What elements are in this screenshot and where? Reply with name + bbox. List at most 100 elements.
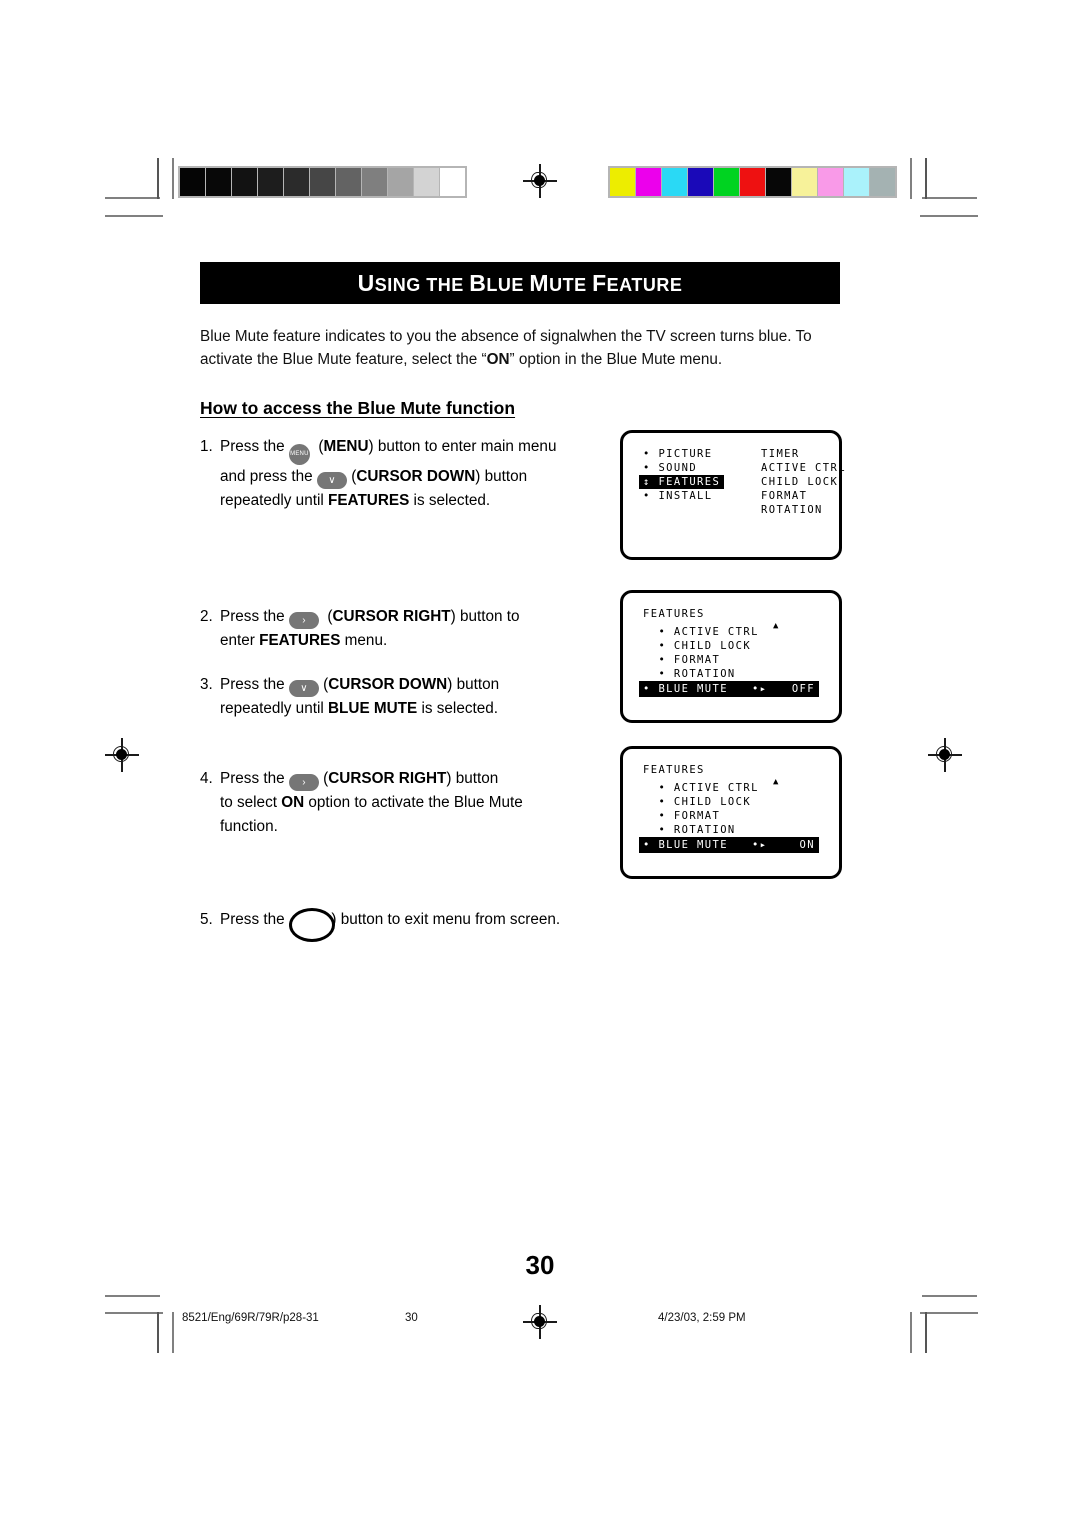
calibration-swatch [818,168,843,196]
step-5-text-pre: Press the [220,910,285,928]
step-4-text-pre: Press the [220,770,285,788]
osd-highlighted-item[interactable]: • BLUE MUTE •▸ OFF [639,681,819,697]
calibration-swatch [284,168,309,196]
registration-target-top-icon [523,164,557,198]
osd-item-value: ON [799,839,815,851]
step-1-text-post: ) button to enter main menu [368,437,557,455]
crop-line [157,158,159,199]
crop-line [922,197,977,199]
page-title-segment: U [357,270,375,296]
osd-menu-row[interactable]: • ACTIVE CTRL ▲ [643,777,819,795]
osd-menu-item-left[interactable]: ↕ FEATURES [639,475,761,489]
osd-menu-row[interactable]: • BLUE MUTE •▸ ON [639,837,819,853]
step-1-line3-post: is selected. [409,491,491,509]
step-1-line3-bold: FEATURES [328,491,410,509]
calibration-swatch [844,168,869,196]
osd-menu-row[interactable]: • ROTATION [643,823,819,837]
calibration-swatch [336,168,361,196]
intro-line-1: Blue Mute feature indicates to you the a… [200,328,812,345]
osd-menu-item-left[interactable]: • INSTALL [643,489,761,503]
footer-timestamp: 4/23/03, 2:59 PM [658,1312,746,1324]
calibration-swatch [766,168,791,196]
osd-menu-row[interactable]: • PICTURE TIMER [643,447,819,461]
osd-menu-item-right[interactable]: CHILD LOCK [761,476,838,488]
osd-menu-item-right[interactable]: TIMER [761,448,800,460]
page-title-segment: M [529,270,550,296]
osd-menu-row[interactable]: • FORMAT [643,809,819,823]
osd-menu-item-right[interactable]: ACTIVE CTRL [761,462,846,474]
osd-menu-row[interactable]: • CHILD LOCK [643,795,819,809]
osd-menu-title: FEATURES [643,608,705,620]
osd-menu-row[interactable]: ↕ FEATURES CHILD LOCK [639,475,837,489]
menu-key-icon: MENU [288,443,310,465]
osd-adjust-arrows-icon: •▸ [751,683,768,695]
page-title-segment: LUE [486,275,530,295]
grayscale-calibration-bar [178,166,467,198]
calibration-swatch [740,168,765,196]
step-2-key-name: CURSOR RIGHT [332,607,451,625]
osd-menu-item-right[interactable]: ROTATION [761,504,823,516]
footer-file-reference: 8521/Eng/69R/79R/p28-31 [182,1312,319,1324]
crop-line [105,1312,163,1314]
calibration-swatch [258,168,283,196]
page-title-segment: UTE [549,275,593,295]
osd-menu-row[interactable]: • FORMAT [643,653,819,667]
osd-menu-item-left[interactable]: • SOUND [643,461,761,475]
calibration-swatch [714,168,739,196]
calibration-swatch [610,168,635,196]
osd-menu-row[interactable]: • BLUE MUTE •▸ OFF [639,681,819,697]
step-2-line2-pre: enter [220,631,260,649]
osd-menu-row[interactable]: • SOUND ACTIVE CTRL [643,461,845,475]
calibration-swatch [310,168,335,196]
step-4-line2-bold: ON [281,794,305,812]
osd-menu-item-right[interactable]: FORMAT [761,490,807,502]
osd-key-icon [288,907,335,942]
osd-menu-row[interactable]: • INSTALL FORMAT [643,489,819,503]
osd-menu-title: FEATURES [643,764,705,776]
osd-item-value: OFF [791,683,815,695]
registration-target-bottom-icon [523,1305,557,1339]
osd-menu-row[interactable]: • ROTATION [643,667,819,681]
step-4-line3: function. [220,817,278,835]
calibration-swatch [688,168,713,196]
crop-line [172,1312,174,1353]
step-3-number: 3. [200,676,213,693]
osd-item-label: • BLUE MUTE [643,839,728,851]
crop-line [920,1312,978,1314]
calibration-swatch [662,168,687,196]
section-subheading: How to access the Blue Mute function [200,397,516,418]
step-2-number: 2. [200,607,213,625]
crop-line [105,1295,160,1297]
calibration-swatch [870,168,895,196]
osd-menu-item-left[interactable]: • PICTURE [643,447,761,461]
calibration-swatch [440,168,465,196]
step-1-line2-post: ) button [475,467,528,485]
step-5: 5. Press the (OSD) button to exit menu f… [200,907,840,942]
step-3-text-post: ) button [447,676,500,693]
crop-line [105,215,163,217]
osd-menu-row[interactable]: • ACTIVE CTRL ▲ [643,621,819,639]
osd-highlighted-item[interactable]: ↕ FEATURES [639,475,725,489]
osd-menu-row[interactable]: ROTATION [643,503,821,517]
step-4-key-name: CURSOR RIGHT [328,770,447,788]
step-1-number: 1. [200,437,213,455]
page-title-segment: SING THE [374,275,470,295]
intro-paragraph: Blue Mute feature indicates to you the a… [200,325,840,372]
step-2-text-pre: Press the [220,607,285,625]
step-3-text-pre: Press the [220,676,285,693]
cursor-down-key-icon: ∨ [288,680,319,697]
osd-screen-features-off: FEATURES • ACTIVE CTRL ▲ • CHILD LOCK • F… [620,590,842,723]
osd-scroll-up-icon: ▲ [773,777,780,787]
osd-menu-row[interactable]: • CHILD LOCK [643,639,819,653]
page-title-segment: B [469,270,487,296]
cursor-down-key-icon: ∨ [316,471,347,489]
step-2-line2-bold: FEATURES [259,631,341,649]
step-3-key-name: CURSOR DOWN [328,676,448,693]
step-1-line2-key-name: CURSOR DOWN [356,467,476,485]
step-2-line2-post: menu. [340,631,388,649]
step-3-line2-pre: repeatedly until [220,700,328,717]
osd-highlighted-item[interactable]: • BLUE MUTE •▸ ON [639,837,819,853]
step-1-text-pre: Press the [220,437,285,455]
step-5-number: 5. [200,910,213,928]
crop-line [157,1312,159,1353]
